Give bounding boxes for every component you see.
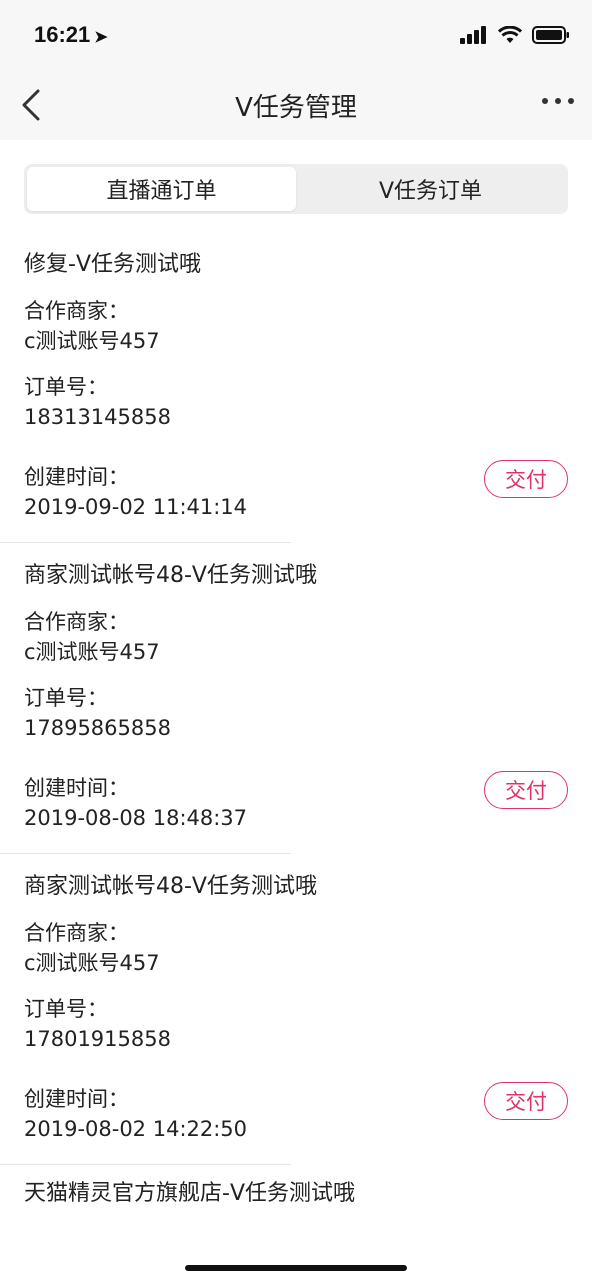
clock: 16:21 bbox=[34, 22, 91, 47]
back-arrow-icon[interactable] bbox=[18, 88, 48, 122]
home-indicator bbox=[185, 1265, 407, 1271]
partner-label: 合作商家： bbox=[24, 921, 129, 945]
created-time-value: 2019-08-02 14:22:50 bbox=[24, 1117, 248, 1141]
wifi-icon bbox=[498, 26, 522, 43]
order-title: 修复-V任务测试哦 bbox=[24, 252, 201, 277]
order-card: 商家测试帐号48-V任务测试哦 合作商家： c测试账号457 订单号： 1789… bbox=[0, 543, 592, 853]
order-title: 商家测试帐号48-V任务测试哦 bbox=[24, 874, 317, 899]
status-icons bbox=[460, 26, 570, 44]
page-title: V任务管理 bbox=[235, 92, 357, 123]
order-card: 商家测试帐号48-V任务测试哦 合作商家： c测试账号457 订单号： 1780… bbox=[0, 854, 592, 1164]
partner-value: c测试账号457 bbox=[24, 951, 160, 975]
partner-label: 合作商家： bbox=[24, 299, 129, 323]
partner-label: 合作商家： bbox=[24, 610, 129, 634]
status-time: 16:21 ➤ bbox=[34, 22, 108, 48]
partner-value: c测试账号457 bbox=[24, 640, 160, 664]
order-number-label: 订单号： bbox=[24, 375, 108, 399]
deliver-button[interactable]: 交付 bbox=[484, 460, 568, 498]
order-list: 修复-V任务测试哦 合作商家： c测试账号457 订单号： 1831314585… bbox=[0, 214, 592, 1245]
partner-value: c测试账号457 bbox=[24, 329, 160, 353]
order-number-label: 订单号： bbox=[24, 997, 108, 1021]
order-number-value: 17801915858 bbox=[24, 1027, 171, 1051]
status-bar: 16:21 ➤ bbox=[0, 0, 592, 70]
location-arrow-icon: ➤ bbox=[94, 29, 108, 46]
more-options-icon[interactable] bbox=[542, 98, 574, 104]
tab-live-orders[interactable]: 直播通订单 bbox=[27, 167, 296, 211]
deliver-button[interactable]: 交付 bbox=[484, 1082, 568, 1120]
order-number-label: 订单号： bbox=[24, 686, 108, 710]
order-title: 天猫精灵官方旗舰店-V任务测试哦 bbox=[24, 1181, 355, 1206]
order-number-value: 17895865858 bbox=[24, 716, 171, 740]
tab-bar-wrapper: 直播通订单 V任务订单 bbox=[0, 140, 592, 214]
order-number-value: 18313145858 bbox=[24, 405, 171, 429]
order-title: 商家测试帐号48-V任务测试哦 bbox=[24, 563, 317, 588]
navigation-bar: V任务管理 bbox=[0, 70, 592, 140]
segmented-control: 直播通订单 V任务订单 bbox=[24, 164, 568, 214]
order-card: 修复-V任务测试哦 合作商家： c测试账号457 订单号： 1831314585… bbox=[0, 232, 592, 542]
deliver-button[interactable]: 交付 bbox=[484, 771, 568, 809]
created-time-value: 2019-08-08 18:48:37 bbox=[24, 806, 248, 830]
signal-icon bbox=[460, 26, 486, 44]
tab-v-task-orders[interactable]: V任务订单 bbox=[296, 167, 565, 211]
battery-icon bbox=[532, 26, 569, 44]
created-time-value: 2019-09-02 11:41:14 bbox=[24, 495, 248, 519]
order-card: 天猫精灵官方旗舰店-V任务测试哦 bbox=[0, 1165, 592, 1245]
